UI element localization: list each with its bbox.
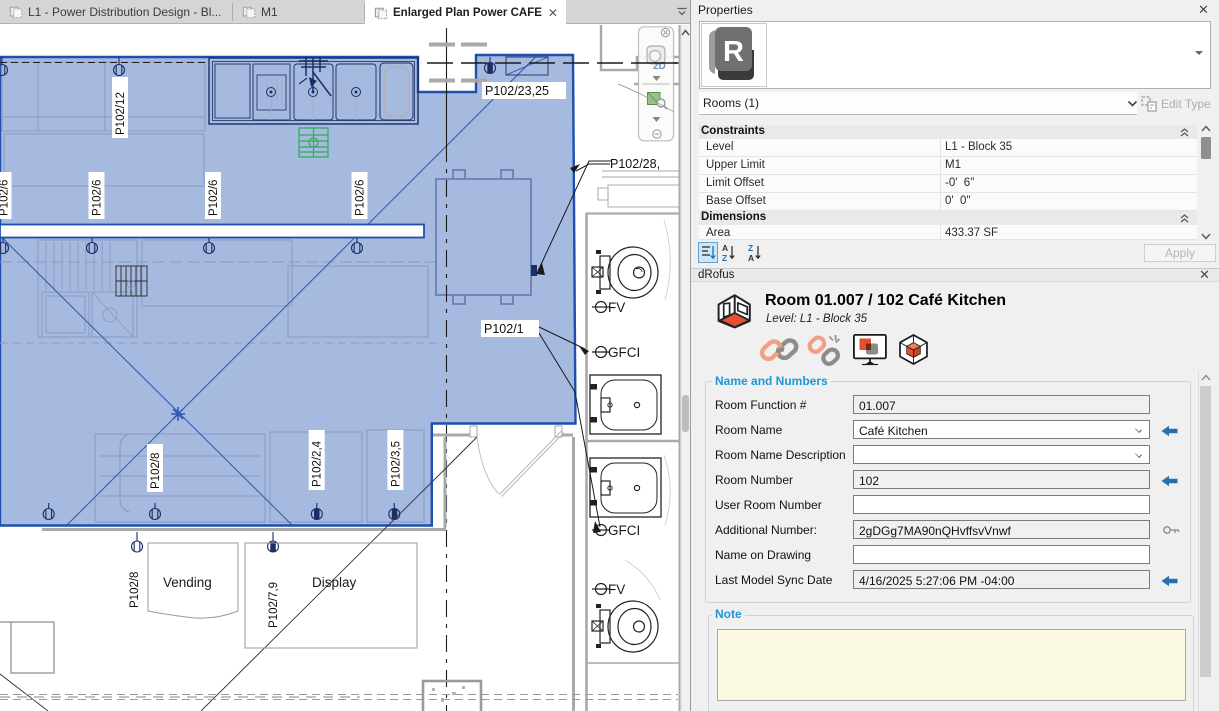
svg-text:Vending: Vending [163, 575, 212, 590]
svg-text:P102/1: P102/1 [484, 322, 524, 336]
svg-text:P102/2,4: P102/2,4 [312, 440, 324, 487]
svg-text:A: A [722, 243, 728, 253]
svg-text:P102/28,: P102/28, [610, 157, 660, 171]
svg-text:P102/3,5: P102/3,5 [390, 441, 402, 487]
svg-text:Display: Display [312, 575, 357, 590]
svg-text:R: R [723, 36, 744, 68]
svg-text:Z: Z [748, 243, 753, 253]
svg-text:P102/6: P102/6 [0, 180, 11, 216]
svg-text:FV: FV [608, 300, 625, 315]
svg-text:GFCI: GFCI [608, 345, 640, 360]
svg-text:P102/12: P102/12 [115, 92, 127, 135]
svg-text:Z: Z [722, 253, 727, 263]
svg-text:P102/23,25: P102/23,25 [485, 84, 549, 98]
svg-text:GFCI: GFCI [608, 523, 640, 538]
svg-text:P102/6: P102/6 [355, 180, 367, 216]
svg-text:P102/8: P102/8 [129, 572, 141, 608]
svg-text:A: A [748, 253, 754, 263]
svg-text:P102/6: P102/6 [208, 180, 220, 216]
svg-text:P102/6: P102/6 [92, 180, 104, 216]
svg-text:FV: FV [608, 582, 625, 597]
svg-text:P102/8: P102/8 [150, 453, 162, 489]
svg-text:P102/7,9: P102/7,9 [268, 582, 280, 628]
